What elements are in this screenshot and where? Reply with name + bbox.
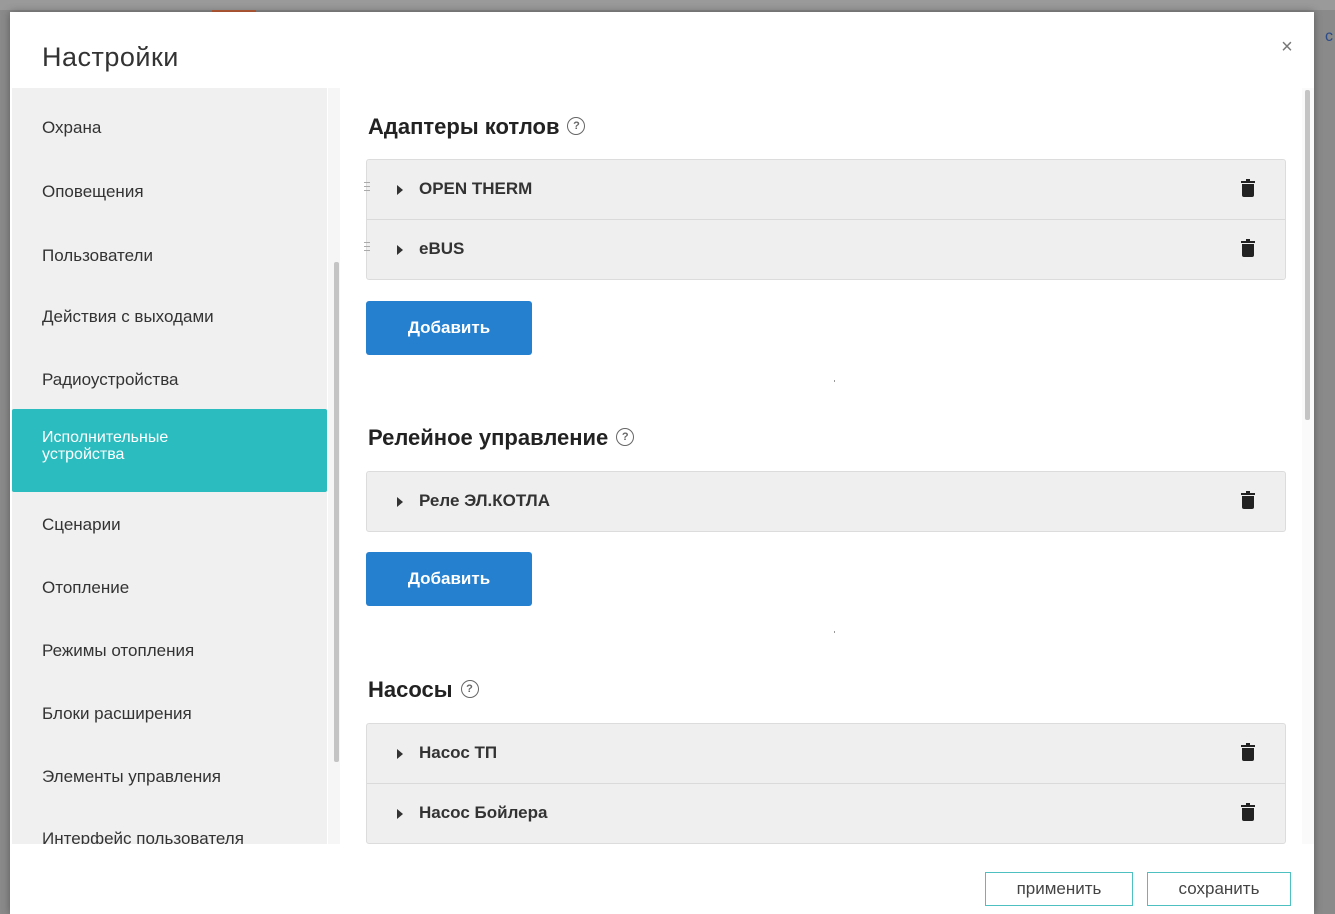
section-title-boiler-adapters: Адаптеры котлов? — [368, 114, 586, 140]
sidebar-item-label: Исполнительные устройства — [42, 429, 169, 463]
divider-dot — [834, 380, 835, 382]
section-title-text: Релейное управление — [368, 425, 609, 450]
dialog-title: Настройки — [42, 42, 179, 72]
list-item[interactable]: Насос ТП — [367, 724, 1285, 784]
help-icon[interactable]: ? — [460, 680, 479, 699]
save-button[interactable]: сохранить — [1147, 872, 1291, 906]
sidebar-item-radio-devices[interactable]: Радиоустройства — [12, 370, 327, 390]
sidebar-item-actuators[interactable]: Исполнительные устройства — [12, 409, 327, 492]
trash-icon[interactable] — [1241, 743, 1255, 763]
main-content: Адаптеры котлов? OPEN THERM eBUS Добавит… — [340, 88, 1302, 844]
sidebar-item-notifications[interactable]: Оповещения — [12, 182, 327, 202]
list-item-label: eBUS — [419, 239, 465, 258]
section-title-text: Адаптеры котлов — [368, 114, 560, 139]
caret-right-icon[interactable] — [397, 749, 403, 759]
boiler-adapters-list: OPEN THERM eBUS — [364, 159, 1286, 280]
close-icon[interactable]: × — [1276, 36, 1298, 58]
drag-handle-icon[interactable] — [364, 182, 370, 192]
sidebar-item-heating[interactable]: Отопление — [12, 578, 327, 598]
background-strip — [0, 0, 1335, 10]
pumps-list: Насос ТП Насос Бойлера — [366, 723, 1286, 844]
help-icon[interactable]: ? — [567, 117, 586, 136]
list-item-label: Реле ЭЛ.КОТЛА — [419, 491, 550, 510]
trash-icon[interactable] — [1241, 803, 1255, 823]
apply-button[interactable]: применить — [985, 872, 1133, 906]
list-item-label: OPEN THERM — [419, 179, 533, 198]
settings-dialog: Настройки × Охрана Оповещения Пользовате… — [10, 12, 1314, 914]
help-icon[interactable]: ? — [616, 428, 635, 447]
main-scrollbar-thumb[interactable] — [1305, 90, 1310, 420]
section-title-relay-control: Релейное управление? — [368, 425, 635, 451]
sidebar-item-security[interactable]: Охрана — [12, 118, 327, 138]
sidebar-item-users[interactable]: Пользователи — [12, 246, 327, 266]
add-relay-button[interactable]: Добавить — [366, 552, 532, 606]
list-item[interactable]: Насос Бойлера — [367, 784, 1285, 843]
sidebar-scrollbar-thumb[interactable] — [334, 262, 339, 762]
list-item-label: Насос ТП — [419, 743, 498, 762]
dialog-footer: применить сохранить — [10, 844, 1314, 914]
list-item-label: Насос Бойлера — [419, 803, 548, 822]
sidebar-item-output-actions[interactable]: Действия с выходами — [12, 307, 327, 327]
sidebar-item-expansion-blocks[interactable]: Блоки расширения — [12, 704, 327, 724]
sidebar-item-user-interface[interactable]: Интерфейс пользователя — [12, 829, 327, 844]
settings-sidebar: Охрана Оповещения Пользователи Действия … — [12, 88, 327, 844]
list-item[interactable]: eBUS — [364, 220, 1285, 279]
relay-control-list: Реле ЭЛ.КОТЛА — [366, 471, 1286, 532]
divider-dot — [834, 631, 835, 633]
caret-right-icon[interactable] — [397, 245, 403, 255]
drag-handle-icon[interactable] — [364, 242, 370, 252]
caret-right-icon[interactable] — [397, 497, 403, 507]
sidebar-item-scenarios[interactable]: Сценарии — [12, 515, 327, 535]
trash-icon[interactable] — [1241, 179, 1255, 199]
sidebar-item-controls[interactable]: Элементы управления — [12, 767, 327, 787]
list-item[interactable]: Реле ЭЛ.КОТЛА — [367, 472, 1285, 531]
add-boiler-adapter-button[interactable]: Добавить — [366, 301, 532, 355]
background-fragment: c — [1325, 28, 1333, 45]
caret-right-icon[interactable] — [397, 185, 403, 195]
sidebar-item-heating-modes[interactable]: Режимы отопления — [12, 641, 327, 661]
trash-icon[interactable] — [1241, 491, 1255, 511]
caret-right-icon[interactable] — [397, 809, 403, 819]
section-title-pumps: Насосы? — [368, 677, 479, 703]
list-item[interactable]: OPEN THERM — [364, 160, 1285, 220]
trash-icon[interactable] — [1241, 239, 1255, 259]
section-title-text: Насосы — [368, 677, 453, 702]
